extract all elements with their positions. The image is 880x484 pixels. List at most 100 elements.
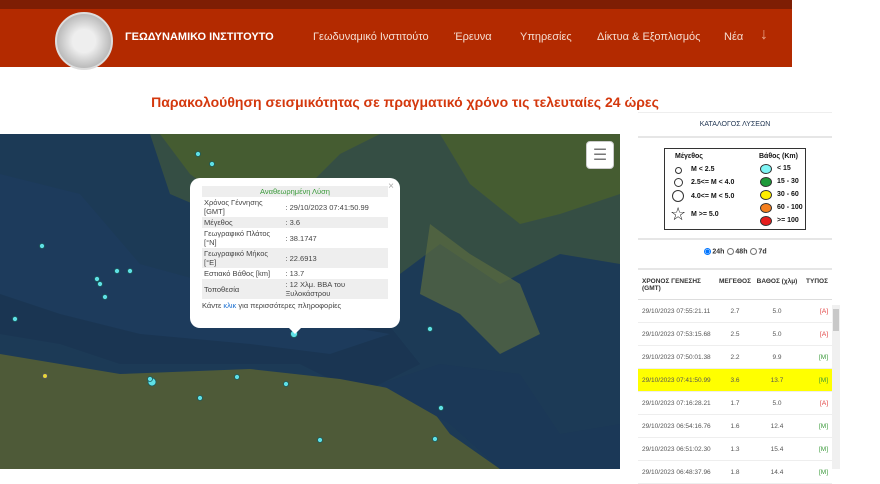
depth-color-swatch — [760, 203, 772, 213]
event-depth: 12.4 — [770, 422, 784, 430]
detail-value: : 3.6 — [283, 217, 388, 228]
event-popup: × Αναθεωρημένη Λύση Χρόνος Γέννησης [GMT… — [190, 178, 400, 328]
event-magnitude: 2.7 — [730, 307, 740, 315]
table-row[interactable]: 29/10/2023 06:54:16.76 1.6 12.4 [M] — [638, 415, 832, 438]
event-time: 29/10/2023 06:48:37.96 — [642, 468, 711, 476]
event-marker — [12, 316, 18, 322]
arrow-down-icon[interactable]: ↓ — [760, 26, 768, 44]
event-marker — [127, 268, 133, 274]
detail-label: Γεωγραφικό Πλάτος [°N] — [204, 229, 271, 247]
detail-value: : 38.1747 — [285, 233, 317, 243]
institute-logo[interactable] — [55, 12, 113, 70]
legend-depth: 30 - 60 — [777, 191, 799, 198]
event-depth: 5.0 — [772, 330, 782, 338]
event-time: 29/10/2023 07:16:28.21 — [642, 399, 711, 407]
event-marker — [42, 373, 48, 379]
star-icon: ☆ — [670, 204, 687, 224]
event-marker — [94, 276, 100, 282]
legend-size: 4.0<= M < 5.0 — [691, 193, 735, 200]
event-marker — [195, 151, 201, 157]
range-24h-radio[interactable] — [704, 248, 712, 255]
event-marker — [114, 268, 120, 274]
nav-services[interactable]: Υπηρεσίες — [520, 31, 572, 43]
layers-icon[interactable]: ☰ — [586, 141, 614, 169]
event-magnitude: 1.6 — [730, 422, 740, 430]
event-marker — [283, 381, 289, 387]
nav-networks[interactable]: Δίκτυα & Εξοπλισμός — [597, 31, 700, 43]
table-row[interactable]: 29/10/2023 06:51:02.30 1.3 15.4 [M] — [638, 438, 832, 461]
range-48h-radio[interactable] — [727, 248, 735, 255]
event-type: [M] — [818, 376, 828, 384]
detail-label: Εστιακό Βάθος [km] — [204, 269, 271, 278]
legend-depth-title: Βάθος (Km) — [759, 153, 798, 160]
time-range-selector: 24h 48h 7d — [638, 238, 832, 255]
more-text: για περισσότερες πληροφορίες — [236, 301, 342, 310]
legend-depth: 15 - 30 — [777, 178, 799, 185]
column-header[interactable]: ΒΑΘΟΣ (χλμ) — [756, 278, 798, 291]
popup-tip — [287, 326, 303, 334]
sidebar: ΚΑΤΑΛΟΓΟΣ ΛΥΣΕΩΝ Μέγεθος M < 2.5 2.5<= M… — [638, 112, 832, 255]
event-magnitude: 1.7 — [730, 399, 740, 407]
legend-size: M < 2.5 — [691, 166, 715, 173]
event-type: [A] — [820, 399, 828, 407]
detail-label: Τοποθεσία — [202, 279, 284, 299]
table-row[interactable]: 29/10/2023 07:16:28.21 1.7 5.0 [A] — [638, 392, 832, 415]
more-info: Κάντε κλικ για περισσότερες πληροφορίες — [202, 301, 388, 310]
event-marker — [209, 161, 215, 167]
depth-color-swatch — [760, 190, 772, 200]
depth-color-swatch — [760, 164, 772, 174]
nav-news[interactable]: Νέα — [724, 31, 743, 43]
column-header[interactable]: ΤΥΠΟΣ — [798, 278, 828, 291]
table-scrollbar[interactable] — [832, 305, 840, 469]
event-depth: 5.0 — [772, 399, 782, 407]
event-time: 29/10/2023 07:41:50.99 — [642, 376, 711, 384]
site-header: ΓΕΩΔΥΝΑΜΙΚΟ ΙΝΣΤΙΤΟΥΤΟ Γεωδυναμικό Ινστι… — [0, 9, 792, 70]
detail-label: Γεωγραφικό Μήκος [°E] — [202, 248, 284, 268]
detail-value: : 22.6913 — [283, 248, 388, 268]
detail-label: Μέγεθος — [202, 217, 284, 228]
event-details: Αναθεωρημένη Λύση Χρόνος Γέννησης [GMT]:… — [202, 186, 388, 299]
range-label: 7d — [758, 248, 767, 256]
circle-large-icon — [672, 190, 684, 202]
detail-value: : 12 Χλμ. ΒΒΑ του Ξυλοκάστρου — [283, 279, 388, 299]
column-header[interactable]: ΜΕΓΕΘΟΣ — [714, 278, 756, 291]
table-header: ΧΡΟΝΟΣ ΓΕΝΕΣΗΣ (GMT) ΜΕΓΕΘΟΣ ΒΑΘΟΣ (χλμ)… — [638, 268, 832, 300]
top-strip — [0, 0, 792, 9]
table-row[interactable]: 29/10/2023 07:53:15.68 2.5 5.0 [A] — [638, 323, 832, 346]
event-marker — [317, 437, 323, 443]
event-type: [A] — [820, 307, 828, 315]
catalog-title: ΚΑΤΑΛΟΓΟΣ ΛΥΣΕΩΝ — [638, 112, 832, 138]
legend-size: 2.5<= M < 4.0 — [691, 179, 735, 186]
depth-color-swatch — [760, 177, 772, 187]
brand-name[interactable]: ΓΕΩΔΥΝΑΜΙΚΟ ΙΝΣΤΙΤΟΥΤΟ — [125, 31, 274, 43]
legend-depth: >= 100 — [777, 217, 799, 224]
event-time: 29/10/2023 07:55:21.11 — [642, 307, 711, 315]
event-depth: 13.7 — [770, 376, 784, 384]
event-magnitude: 1.3 — [730, 445, 740, 453]
range-label: 48h — [735, 248, 748, 256]
table-row[interactable]: 29/10/2023 07:50:01.38 2.2 9.9 [M] — [638, 346, 832, 369]
column-header[interactable]: ΧΡΟΝΟΣ ΓΕΝΕΣΗΣ (GMT) — [642, 278, 714, 292]
depth-color-swatch — [760, 216, 772, 226]
nav-research[interactable]: Έρευνα — [454, 31, 492, 43]
event-marker — [147, 376, 153, 382]
circle-small-icon — [675, 167, 682, 174]
circle-medium-icon — [674, 178, 683, 187]
event-depth: 15.4 — [770, 445, 784, 453]
more-text: Κάντε — [202, 301, 224, 310]
detail-value: : 13.7 — [285, 269, 305, 278]
table-row[interactable]: 29/10/2023 06:48:37.96 1.8 14.4 [M] — [638, 461, 832, 484]
event-magnitude: 1.8 — [730, 468, 740, 476]
event-time: 29/10/2023 07:53:15.68 — [642, 330, 711, 338]
nav-institute[interactable]: Γεωδυναμικό Ινστιτούτο — [313, 31, 429, 43]
event-magnitude: 2.5 — [730, 330, 740, 338]
table-row[interactable]: 29/10/2023 07:55:21.11 2.7 5.0 [A] — [638, 300, 832, 323]
event-marker — [432, 436, 438, 442]
more-info-link[interactable]: κλικ — [223, 301, 236, 310]
close-icon[interactable]: × — [388, 181, 394, 192]
range-7d-radio[interactable] — [750, 248, 758, 255]
event-time: 29/10/2023 07:50:01.38 — [642, 353, 711, 361]
event-marker — [197, 395, 203, 401]
table-row[interactable]: 29/10/2023 07:41:50.99 3.6 13.7 [M] — [638, 369, 832, 392]
scrollbar-thumb[interactable] — [833, 309, 839, 331]
